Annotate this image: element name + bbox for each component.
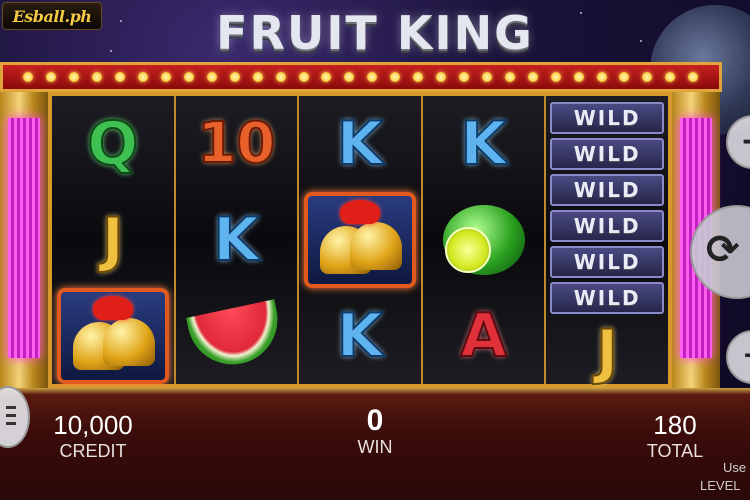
light-bulb: [550, 72, 561, 82]
win-label: WIN: [357, 437, 393, 457]
light-bulb: [69, 72, 80, 82]
total-value: 180: [653, 410, 697, 440]
light-bulb: [504, 72, 515, 82]
wild-symbol: WILD: [550, 138, 664, 170]
stats-bar: 10,000 CREDIT 0 WIN 180 TOTAL: [0, 402, 740, 466]
credit-label: CREDIT: [59, 441, 127, 461]
light-bulb: [436, 72, 447, 82]
bow-icon: [339, 200, 380, 224]
use-label: Use: [723, 460, 747, 475]
light-bulb: [344, 72, 355, 82]
reel-5: WILD WILD WILD WILD WILD WILD J: [546, 96, 668, 384]
light-bulb: [138, 72, 149, 82]
reel-cell: K: [299, 288, 421, 384]
light-bulb: [23, 72, 34, 82]
win-display: 0 WIN: [340, 406, 410, 458]
wild-symbol: WILD: [550, 210, 664, 242]
reel-2: 10 K: [175, 96, 300, 384]
wild-symbol: WILD: [550, 246, 664, 278]
reel-3: K K: [299, 96, 423, 384]
reel-cell: [176, 288, 298, 384]
credit-value: 10,000: [53, 410, 133, 440]
symbol-a: A: [459, 301, 507, 371]
total-bet-display: 180 TOTAL: [640, 410, 710, 462]
reel-cell: K: [299, 96, 421, 192]
light-bulb: [160, 72, 171, 82]
reel-cell: [423, 192, 545, 288]
light-bulb: [458, 72, 469, 82]
light-bulb: [642, 72, 653, 82]
win-value: 0: [366, 404, 384, 437]
reel-cell: Q: [52, 96, 174, 192]
light-bulb: [46, 72, 57, 82]
light-bulb: [413, 72, 424, 82]
bell-icon: [349, 222, 402, 270]
bell-icon: [102, 318, 155, 366]
spin-icon: ⟳: [706, 227, 740, 273]
credit-display: 10,000 CREDIT: [48, 410, 138, 462]
light-bulb: [229, 72, 240, 82]
reel-cell: K: [176, 192, 298, 288]
reel-cell: A: [423, 288, 545, 384]
bow-icon: [92, 296, 133, 320]
plus-icon: +: [742, 338, 750, 373]
light-bulb: [92, 72, 103, 82]
light-bulb: [252, 72, 263, 82]
reel-cell: [299, 192, 421, 288]
wild-stack: WILD WILD WILD WILD WILD WILD: [546, 96, 668, 320]
reel-cell: J: [546, 320, 668, 384]
reel-cell: [52, 288, 174, 384]
wild-symbol: WILD: [550, 102, 664, 134]
wild-symbol: WILD: [550, 282, 664, 314]
light-bulb: [183, 72, 194, 82]
light-bulb: [367, 72, 378, 82]
minus-icon: –: [742, 123, 750, 158]
light-bulb: [115, 72, 126, 82]
light-bulb: [665, 72, 676, 82]
reel-cell: J: [52, 192, 174, 288]
light-bulb: [527, 72, 538, 82]
symbol-k: K: [212, 205, 260, 275]
symbol-j: J: [595, 317, 619, 387]
reel-cell: K: [423, 96, 545, 192]
reel-cell: 10: [176, 96, 298, 192]
bet-plus-button[interactable]: +: [726, 330, 750, 384]
light-bulb: [688, 72, 699, 82]
site-logo: Esball.ph: [2, 2, 102, 30]
symbol-k: K: [459, 109, 507, 179]
logo-text: Esball.ph: [12, 6, 92, 26]
game-title: FRUIT KING: [216, 6, 534, 60]
light-bulb: [275, 72, 286, 82]
emerald-icon: [442, 205, 525, 275]
symbol-k: K: [336, 301, 384, 371]
level-label: LEVEL: [700, 478, 741, 493]
light-bulb: [390, 72, 401, 82]
light-bulb: [206, 72, 217, 82]
reel-4: K A: [422, 96, 547, 384]
wild-symbol: WILD: [550, 174, 664, 206]
bell-symbol: [303, 192, 416, 288]
light-bulb: [573, 72, 584, 82]
total-label: TOTAL: [646, 441, 704, 461]
light-bulb: [619, 72, 630, 82]
symbol-q: Q: [86, 109, 139, 179]
bell-symbol: [56, 288, 169, 384]
left-pillar: [0, 92, 48, 392]
light-bulb: [321, 72, 332, 82]
marquee-lights: [0, 62, 722, 92]
lemon-icon: [444, 227, 491, 273]
neon-strip: [8, 118, 40, 358]
light-bulb: [298, 72, 309, 82]
light-bulb: [481, 72, 492, 82]
light-bulb: [596, 72, 607, 82]
symbol-10: 10: [196, 111, 276, 176]
reel-grid: Q J 10 K K K K A WILD WILD WILD WILD WIL…: [48, 92, 672, 388]
symbol-k: K: [336, 109, 384, 179]
reel-1: Q J: [52, 96, 176, 384]
symbol-j: J: [101, 205, 125, 275]
watermelon-icon: [186, 299, 287, 373]
